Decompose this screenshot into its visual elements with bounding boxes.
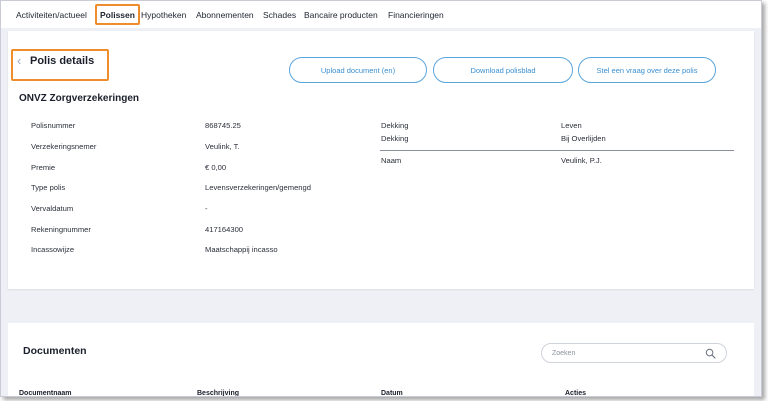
- column-header-beschrijving[interactable]: Beschrijving: [197, 390, 239, 396]
- coverage-value: Leven: [561, 121, 582, 130]
- insured-value: Veulink, P.J.: [561, 156, 602, 165]
- search-box: [541, 343, 727, 363]
- field-label: Incassowijze: [31, 245, 75, 254]
- page-title: Polis details: [30, 55, 95, 67]
- field-value: Levensverzekeringen/gemengd: [205, 183, 311, 192]
- field-label: Polisnummer: [31, 121, 76, 130]
- insurer-name: ONVZ Zorgverzekeringen: [19, 93, 140, 104]
- field-value: 417164300: [205, 225, 244, 234]
- coverage-label: Dekking: [381, 134, 409, 143]
- column-header-datum[interactable]: Datum: [381, 390, 403, 396]
- field-label: Verzekeringsnemer: [31, 142, 97, 151]
- divider: [380, 150, 734, 151]
- chevron-left-icon[interactable]: ‹: [17, 54, 21, 67]
- nav-item-bancaire-producten[interactable]: Bancaire producten: [304, 10, 378, 20]
- policy-details-card: ‹ Polis details Upload document (en) Dow…: [8, 31, 754, 289]
- nav-item-schades[interactable]: Schades: [263, 10, 296, 20]
- nav-item-activiteiten[interactable]: Activiteiten/actueel: [16, 10, 87, 20]
- upload-document-button[interactable]: Upload document (en): [289, 57, 427, 83]
- field-value: Veulink, T.: [205, 142, 240, 151]
- nav-item-hypotheken[interactable]: Hypotheken: [141, 10, 186, 20]
- nav-item-financieringen[interactable]: Financieringen: [388, 10, 444, 20]
- column-header-acties: Acties: [565, 390, 587, 397]
- field-value: Maatschappij incasso: [205, 245, 278, 254]
- field-label: Premie: [31, 163, 56, 172]
- field-value: -: [205, 204, 208, 213]
- field-value: € 0,00: [205, 163, 227, 172]
- documents-card: Documenten Documentnaam Beschrijving Dat…: [8, 323, 754, 397]
- insured-label: Naam: [381, 156, 402, 165]
- documents-title: Documenten: [23, 345, 87, 357]
- search-input[interactable]: [552, 347, 692, 360]
- field-label: Type polis: [31, 183, 66, 192]
- search-icon[interactable]: [705, 348, 716, 359]
- coverage-label: Dekking: [381, 121, 409, 130]
- active-tab-highlight: [95, 4, 140, 25]
- coverage-value: Bij Overlijden: [561, 134, 606, 143]
- nav-item-abonnementen[interactable]: Abonnementen: [196, 10, 254, 20]
- download-policy-button[interactable]: Download polisblad: [433, 57, 573, 83]
- field-value: 868745.25: [205, 121, 241, 130]
- ask-question-button[interactable]: Stel een vraag over deze polis: [578, 57, 716, 83]
- field-label: Vervaldatum: [31, 204, 74, 213]
- field-label: Rekeningnummer: [31, 225, 91, 234]
- top-navigation: Activiteiten/actueel Polissen Hypotheken…: [1, 1, 761, 28]
- app-window: Activiteiten/actueel Polissen Hypotheken…: [0, 0, 762, 397]
- column-header-documentnaam[interactable]: Documentnaam: [19, 390, 72, 396]
